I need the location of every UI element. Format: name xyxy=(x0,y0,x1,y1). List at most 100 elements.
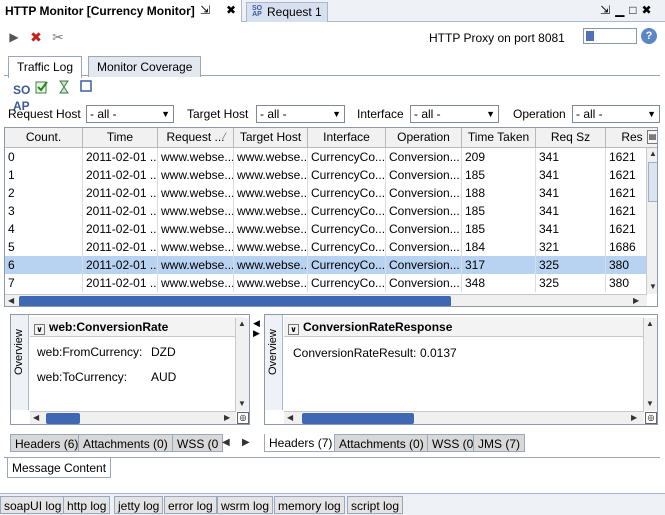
zoom-icon[interactable]: ◎ xyxy=(645,412,657,424)
run-icon[interactable]: ▶ xyxy=(5,28,23,46)
request-pane-horizontal-scrollbar[interactable]: ◀ ▶ xyxy=(30,411,236,424)
scroll-left-icon[interactable]: ◀ xyxy=(8,296,14,305)
tab-wsrm-log[interactable]: wsrm log xyxy=(217,496,274,514)
column-header[interactable]: Request ... xyxy=(158,128,234,148)
column-header[interactable]: Operation xyxy=(386,128,462,148)
table-cell: 185 xyxy=(462,166,536,184)
maximize-icon[interactable]: □ xyxy=(629,3,641,17)
scroll-down-icon[interactable]: ▼ xyxy=(649,282,657,291)
table-row[interactable]: 1 2011-02-01 ... www.webse... www.webse... C… xyxy=(5,166,647,184)
scroll-down-icon[interactable]: ▼ xyxy=(238,399,246,408)
splitter-right-icon[interactable]: ▶ xyxy=(253,328,260,339)
table-vertical-scroll-thumb[interactable] xyxy=(648,162,657,202)
table-row[interactable]: 6 2011-02-01 ... www.webse... www.webse... C… xyxy=(5,256,647,274)
column-header[interactable]: Count. xyxy=(5,128,83,148)
table-row[interactable]: 0 2011-02-01 ... www.webse... www.webse... C… xyxy=(5,148,647,166)
tab-request-1[interactable]: SO AP Request 1 xyxy=(246,2,328,22)
tab-request-attachments[interactable]: Attachments (0) xyxy=(78,434,173,452)
table-cell: 341 xyxy=(536,148,606,166)
tab-scroll-right-icon[interactable]: ▶ xyxy=(242,437,250,448)
column-chooser-icon[interactable]: ▤ xyxy=(647,130,657,144)
request-overview-side-tab[interactable]: Overview xyxy=(11,315,29,410)
request-pane-scroll-thumb[interactable] xyxy=(46,413,80,424)
tab-error-log[interactable]: error log xyxy=(164,496,217,514)
close-icon[interactable]: ✖ xyxy=(642,3,657,17)
table-horizontal-scrollbar[interactable]: ◀ ▶ xyxy=(5,294,647,306)
tab-soapui-log[interactable]: soapUI log xyxy=(0,496,66,514)
tab-response-jms[interactable]: JMS (7) xyxy=(473,434,525,452)
response-pane-scroll-thumb[interactable] xyxy=(302,413,414,424)
table-row[interactable]: 3 2011-02-01 ... www.webse... www.webse... C… xyxy=(5,202,647,220)
tab-http-log[interactable]: http log xyxy=(63,496,111,514)
request-pane-vertical-scrollbar[interactable]: ▲ ▼ xyxy=(235,318,249,411)
pin-icon[interactable]: ⇲ xyxy=(200,3,210,17)
response-pane-horizontal-scrollbar[interactable]: ◀ ▶ xyxy=(284,411,644,424)
scroll-right-icon[interactable]: ▶ xyxy=(633,296,639,305)
tab-scroll-left-icon[interactable]: ◀ xyxy=(222,437,230,448)
monitor-tabs: Traffic Log Monitor Coverage xyxy=(4,54,660,78)
column-header[interactable]: Time xyxy=(83,128,158,148)
tab-response-headers[interactable]: Headers (7) xyxy=(264,434,338,452)
scroll-up-icon[interactable]: ▲ xyxy=(649,149,657,158)
tab-script-log[interactable]: script log xyxy=(347,496,404,514)
response-pane-header: ∨ ConversionRateResponse xyxy=(284,317,644,337)
stop-icon[interactable]: ✖ xyxy=(27,28,45,46)
collapse-icon[interactable]: ∨ xyxy=(288,324,299,335)
title-tab-bar: HTTP Monitor [Currency Monitor] ⇲ ✖ SO AP… xyxy=(0,0,665,22)
table-horizontal-scroll-thumb[interactable] xyxy=(19,296,451,306)
tab-memory-log[interactable]: memory log xyxy=(274,496,345,514)
options-icon[interactable]: ✂ xyxy=(49,28,67,46)
tab-request-headers[interactable]: Headers (6) xyxy=(10,434,84,452)
request-field-value[interactable]: DZD xyxy=(151,345,176,359)
zoom-icon[interactable]: ◎ xyxy=(237,412,249,424)
scroll-right-icon[interactable]: ▶ xyxy=(631,413,637,422)
close-tab-icon[interactable]: ✖ xyxy=(226,3,236,17)
tab-monitor-coverage[interactable]: Monitor Coverage xyxy=(88,56,202,77)
help-icon[interactable]: ? xyxy=(641,28,657,44)
table-cell: 0 xyxy=(5,148,83,166)
log-tab-bar: soapUI log http log jetty log error log … xyxy=(0,493,665,515)
scroll-up-icon[interactable]: ▲ xyxy=(238,319,246,328)
table-row[interactable]: 7 2011-02-01 ... www.webse... www.webse... C… xyxy=(5,274,647,292)
table-vertical-scrollbar[interactable]: ▲ ▼ xyxy=(646,148,657,294)
check-icon[interactable] xyxy=(34,80,50,96)
table-cell: CurrencyCo... xyxy=(308,274,386,292)
sort-indicator-icon: ⁄ xyxy=(224,131,226,141)
column-header[interactable]: Interface xyxy=(308,128,386,148)
tab-jetty-log[interactable]: jetty log xyxy=(114,496,164,514)
minimize-icon[interactable]: ▁ xyxy=(615,3,629,17)
column-header[interactable]: Req Sz xyxy=(536,128,606,148)
column-header[interactable]: Time Taken xyxy=(462,128,536,148)
table-cell: 2011-02-01 ... xyxy=(83,166,158,184)
response-overview-side-tab[interactable]: Overview xyxy=(265,315,283,410)
table-row[interactable]: 2 2011-02-01 ... www.webse... www.webse... C… xyxy=(5,184,647,202)
tab-traffic-log[interactable]: Traffic Log xyxy=(8,56,83,78)
scroll-left-icon[interactable]: ◀ xyxy=(33,413,39,422)
tab-request-wss[interactable]: WSS (0 xyxy=(172,434,224,452)
table-cell: Conversion... xyxy=(386,166,462,184)
column-header[interactable]: Target Host xyxy=(234,128,308,148)
request-host-select[interactable]: - all - ▼ xyxy=(86,105,174,123)
tab-message-content[interactable]: Message Content xyxy=(7,458,112,478)
hourglass-icon[interactable] xyxy=(56,80,72,96)
collapse-icon[interactable]: ∨ xyxy=(34,324,45,335)
target-host-select[interactable]: - all - ▼ xyxy=(256,105,345,123)
scroll-right-icon[interactable]: ▶ xyxy=(224,413,230,422)
clear-icon[interactable] xyxy=(78,80,94,96)
response-pane-vertical-scrollbar[interactable]: ▲ ▼ xyxy=(643,318,657,411)
table-cell: 188 xyxy=(462,184,536,202)
soap-filter-icon[interactable]: SO AP xyxy=(13,82,30,113)
operation-select[interactable]: - all - ▼ xyxy=(572,105,660,123)
table-cell: 2011-02-01 ... xyxy=(83,184,158,202)
interface-select[interactable]: - all - ▼ xyxy=(410,105,499,123)
pin-icon[interactable]: ⇲ xyxy=(600,3,615,17)
scroll-up-icon[interactable]: ▲ xyxy=(646,319,654,328)
tab-response-attachments[interactable]: Attachments (0) xyxy=(334,434,429,452)
table-row[interactable]: 5 2011-02-01 ... www.webse... www.webse... C… xyxy=(5,238,647,256)
scroll-left-icon[interactable]: ◀ xyxy=(287,413,293,422)
pane-splitter[interactable]: ◀ ▶ xyxy=(253,318,261,438)
tab-http-monitor[interactable]: HTTP Monitor [Currency Monitor] ⇲ ✖ xyxy=(0,0,242,22)
table-cell: Conversion... xyxy=(386,256,462,274)
scroll-down-icon[interactable]: ▼ xyxy=(646,399,654,408)
table-row[interactable]: 4 2011-02-01 ... www.webse... www.webse... C… xyxy=(5,220,647,238)
